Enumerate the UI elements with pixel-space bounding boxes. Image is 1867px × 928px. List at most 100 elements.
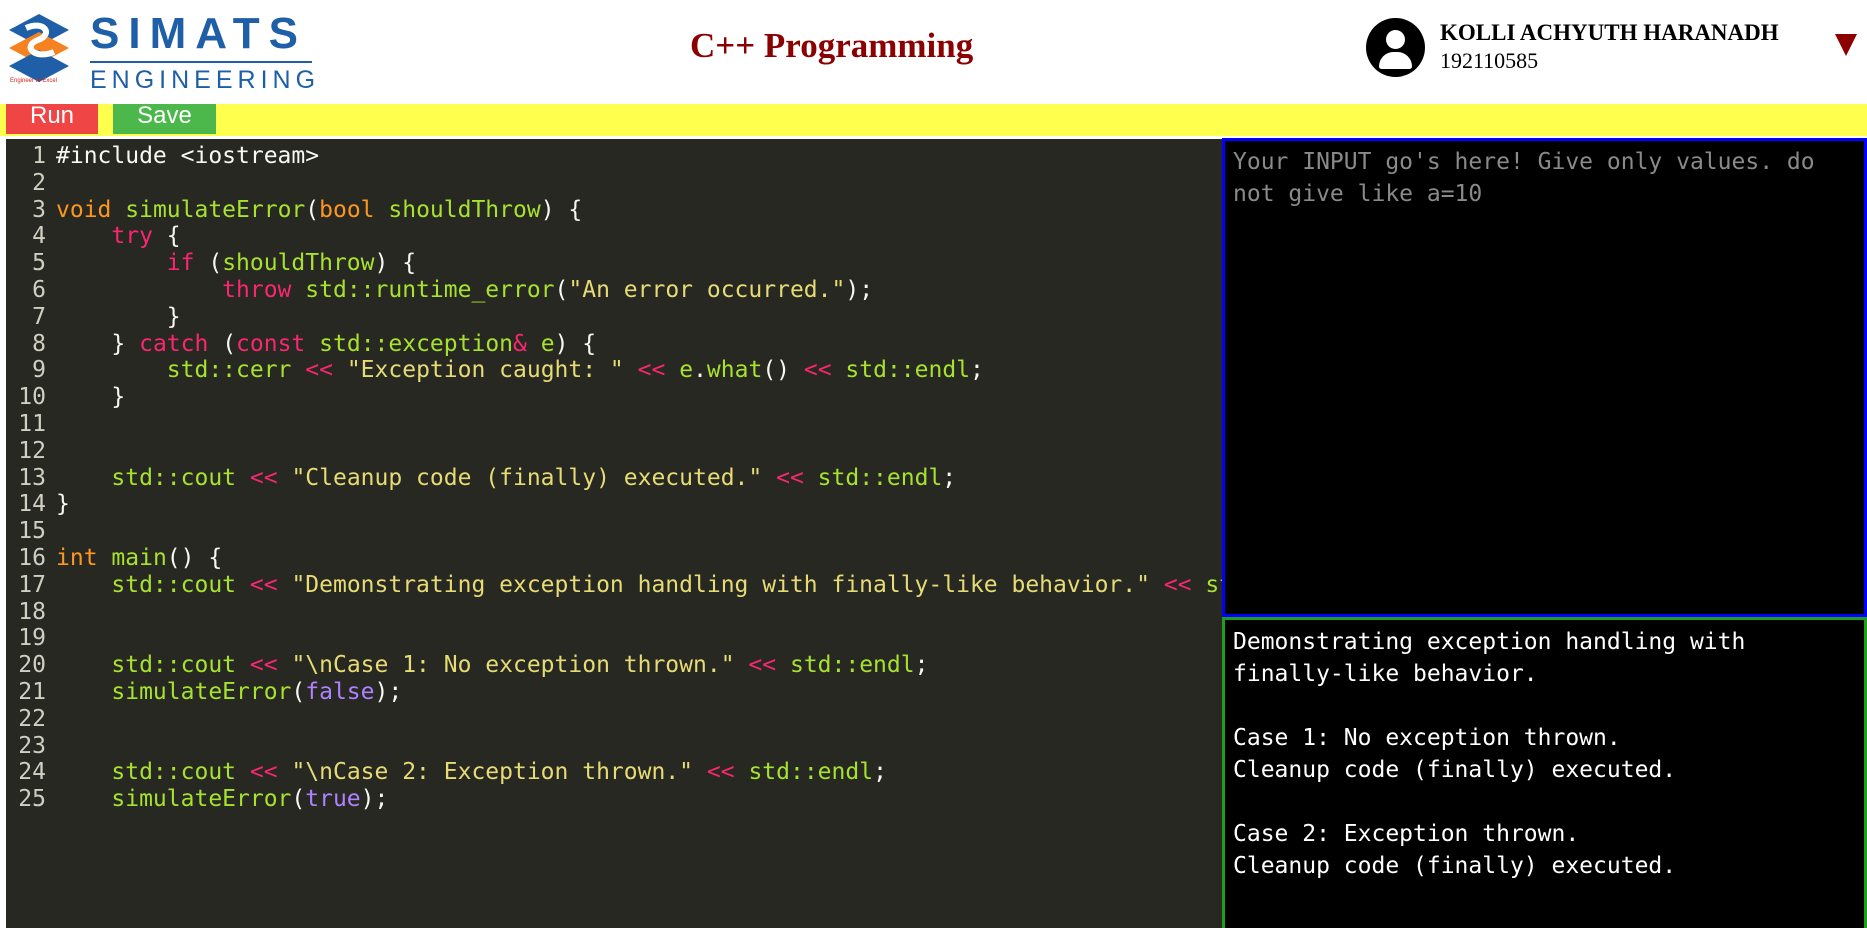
code-token: << (1163, 571, 1192, 598)
input-panel (1222, 138, 1867, 617)
code-line[interactable]: 17 std::cout << "Demonstrating exception… (6, 569, 1222, 601)
code-token: ( (194, 250, 223, 277)
app-header: SIMATS ENGINEERING Engineer to Excel C++… (0, 0, 1867, 104)
code-token: ( (291, 679, 306, 705)
code-token: << (706, 759, 735, 786)
code-token: int (56, 545, 98, 571)
code-token: << (249, 652, 278, 679)
avatar-body (1379, 52, 1412, 69)
code-token: e (679, 357, 694, 384)
output-line: Cleanup code (finally) executed. (1233, 853, 1677, 879)
code-token: std::runtime_error (305, 277, 555, 303)
code-token: << (249, 759, 278, 786)
code-token: "\nCase 1: No exception thrown." (291, 652, 735, 679)
user-avatar-icon[interactable] (1366, 18, 1425, 77)
course-title: C++ Programming (690, 26, 974, 65)
code-token: () { (166, 545, 223, 571)
code-token: { (152, 223, 181, 250)
code-line[interactable]: 13 std::cout << "Cleanup code (finally) … (6, 462, 956, 494)
code-token: << (249, 571, 278, 598)
code-token: & (513, 330, 527, 357)
toolbar: Run Save (0, 104, 1867, 136)
code-token: << (803, 357, 832, 384)
code-token: std::endl (845, 357, 971, 384)
program-input-field[interactable] (1225, 141, 1864, 614)
code-token: ( (291, 786, 306, 813)
code-token: "Exception caught: " (346, 357, 624, 384)
code-token: std::endl (817, 464, 943, 491)
code-token: throw (222, 277, 292, 303)
code-token: catch (139, 330, 209, 357)
code-token: ); (360, 786, 389, 813)
code-token: ; (873, 759, 887, 786)
user-menu-dropdown-icon[interactable] (1835, 34, 1857, 56)
code-token: } (56, 330, 140, 357)
code-token: what (706, 357, 763, 384)
code-token: std::endl (1205, 571, 1222, 598)
code-token: simulateError (125, 196, 306, 223)
code-token: const (236, 330, 306, 357)
code-token: ; (942, 464, 957, 491)
code-token: ( (554, 277, 569, 303)
code-token: std::cout (111, 464, 237, 491)
code-token: } (56, 384, 126, 411)
code-line[interactable]: 25 simulateError(true); (6, 783, 388, 815)
code-token: << (249, 464, 278, 491)
code-token: simulateError (111, 679, 292, 705)
brand-subtitle: ENGINEERING (90, 66, 321, 94)
code-token: try (111, 223, 153, 250)
code-token: shouldThrow (388, 196, 541, 223)
code-token: ( (208, 330, 237, 357)
code-line[interactable]: 9 std::cerr << "Exception caught: " << e… (6, 354, 984, 386)
simats-logo[interactable]: SIMATS ENGINEERING Engineer to Excel (4, 8, 315, 94)
output-line: Case 2: Exception thrown. (1233, 821, 1580, 847)
code-token: ; (914, 652, 929, 679)
code-line[interactable]: 21 simulateError(false); (6, 676, 402, 708)
brand-rule (90, 61, 312, 63)
code-editor[interactable]: 1 #include <iostream> 2 3 void simulateError… (6, 139, 1222, 928)
output-line: Case 1: No exception thrown. (1233, 725, 1621, 751)
code-token: . (693, 357, 707, 384)
code-token: "Demonstrating exception handling with f… (291, 571, 1150, 598)
code-token: "Cleanup code (finally) executed." (291, 464, 763, 491)
run-button[interactable]: Run (6, 104, 98, 134)
code-token: std::exception (319, 330, 514, 357)
code-token: std::endl (748, 759, 874, 786)
code-token: simulateError (111, 786, 292, 813)
code-token: ); (845, 277, 874, 303)
line-number: 25 (18, 786, 46, 813)
code-token: } (56, 303, 181, 330)
code-token: std::cout (111, 652, 237, 679)
output-panel: Demonstrating exception handling with fin… (1222, 617, 1867, 928)
output-line: Demonstrating exception handling with (1233, 629, 1746, 655)
save-button[interactable]: Save (113, 104, 216, 134)
code-token: << (305, 357, 333, 384)
